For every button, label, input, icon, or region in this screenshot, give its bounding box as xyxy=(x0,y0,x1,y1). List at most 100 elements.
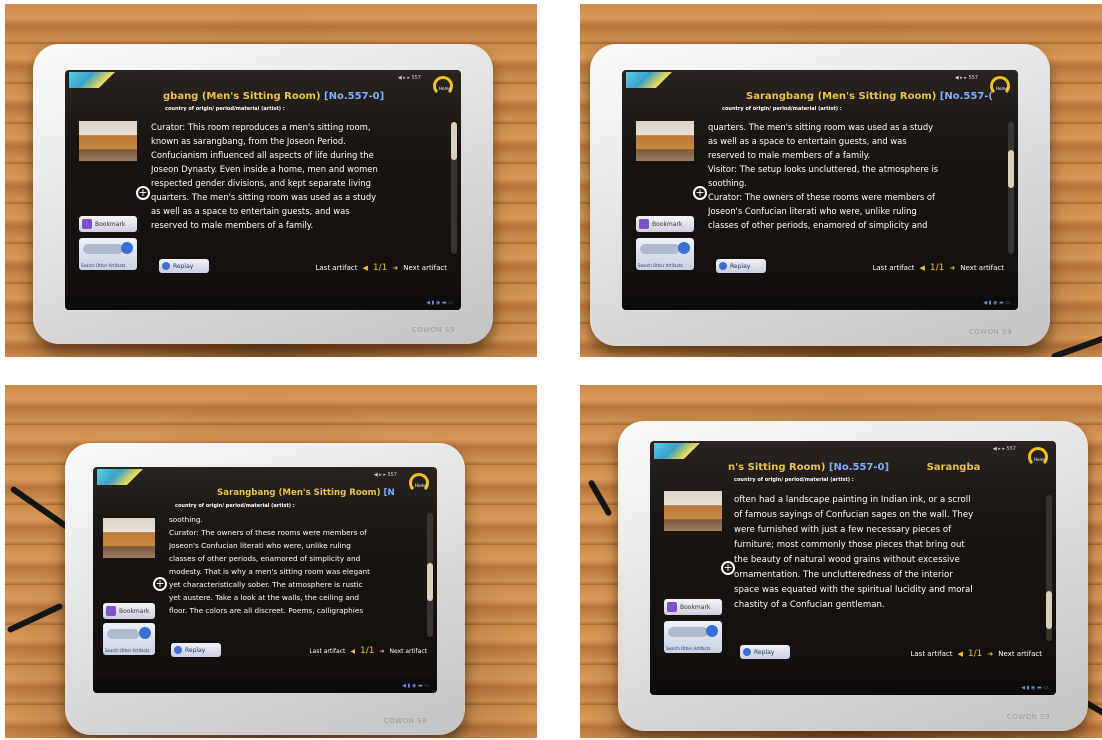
zoom-in-icon[interactable]: + xyxy=(136,186,150,200)
search-other-label: Search Other Artifacts xyxy=(105,648,150,653)
text-scrollbar[interactable] xyxy=(1046,495,1052,641)
bookmark-icon xyxy=(106,606,116,616)
replay-button[interactable]: Replay xyxy=(740,645,790,659)
text-scrollbar[interactable] xyxy=(451,122,457,254)
home-icon[interactable]: Home xyxy=(1028,447,1048,467)
search-other-label: Search Other Artifacts xyxy=(81,263,126,268)
scrollbar-thumb[interactable] xyxy=(1046,591,1052,629)
home-icon[interactable]: Home xyxy=(990,76,1010,96)
search-other-label: Search Other Artifacts xyxy=(666,646,711,651)
description-line: respected gender divisions, and kept sep… xyxy=(151,178,371,188)
description-line: ornamentation. The unclutteredness of th… xyxy=(734,570,953,580)
device-screen: ◀ ▸ ▸ 557 Home Sarangbang (Men's Sitting… xyxy=(93,467,437,693)
last-artifact-link[interactable]: Last artifact xyxy=(309,648,345,655)
search-other-artifacts-button[interactable]: Search Other Artifacts xyxy=(103,623,155,655)
artifact-title: Sarangbang (Men's Sitting Room) [No.557-… xyxy=(746,91,993,102)
home-label: Home xyxy=(1034,457,1046,462)
description-line: floor. The colors are all discreet. Poem… xyxy=(169,606,364,615)
replay-button[interactable]: Replay xyxy=(716,259,766,273)
photo-2: ◀ ▸ ▸ 557 Home Sarangbang (Men's Sitting… xyxy=(580,4,1102,357)
cable xyxy=(9,485,71,531)
search-other-artifacts-button[interactable]: Search Other Artifacts xyxy=(636,238,694,270)
description-line: as well as a space to entertain guests, … xyxy=(151,206,350,216)
artifact-title-text: Sarangbang (Men's Sitting Room) xyxy=(217,488,381,498)
page-indicator: 1/1 xyxy=(967,649,983,659)
artifact-number: [No.557-( xyxy=(939,91,993,102)
next-artifact-link[interactable]: Next artifact xyxy=(998,650,1042,658)
search-other-artifacts-button[interactable]: Search Other Artifacts xyxy=(79,238,137,270)
cable xyxy=(6,602,64,634)
next-arrow-icon: ➜ xyxy=(987,650,994,658)
replay-button[interactable]: Replay xyxy=(159,259,209,273)
description-line: classes of other periods, enamored of si… xyxy=(169,554,361,563)
device-frame: ◀ ▸ ▸ 557 Home n's Sitting Room) [No.557… xyxy=(618,421,1088,731)
replay-button[interactable]: Replay xyxy=(171,643,221,657)
search-other-artifacts-button[interactable]: Search Other Artifacts xyxy=(664,621,722,653)
bookmark-button[interactable]: Bookmark xyxy=(79,216,137,232)
artifact-thumbnail[interactable] xyxy=(103,518,155,558)
description-line: Joseon's Confucian literati who were, un… xyxy=(169,541,351,550)
description-line: soothing. xyxy=(169,515,203,524)
status-tray: ◀ ▮ ◉ ▬ ▭ xyxy=(983,300,1010,306)
description-line: space was equated with the spiritual luc… xyxy=(734,585,973,595)
description-line: Joseon Dynasty. Even inside a home, men … xyxy=(151,164,378,174)
artifact-title: Sarangbang (Men's Sitting Room) [N xyxy=(217,488,395,498)
description-text: soothing. Curator: The owners of these r… xyxy=(169,513,423,639)
text-scrollbar[interactable] xyxy=(427,513,433,637)
last-artifact-link[interactable]: Last artifact xyxy=(315,264,357,272)
scrollbar-thumb[interactable] xyxy=(1008,150,1014,188)
bookmark-button[interactable]: Bookmark xyxy=(103,603,155,619)
description-line: were furnished with just a few necessary… xyxy=(734,525,952,535)
home-icon[interactable]: Home xyxy=(433,76,453,96)
status-tray: ◀ ▮ ◉ ▬ ▭ xyxy=(426,300,453,306)
description-line: Curator: The owners of these rooms were … xyxy=(708,192,935,202)
home-icon[interactable]: Home xyxy=(409,473,429,493)
description-text: often had a landscape painting in Indian… xyxy=(734,493,1034,641)
last-artifact-link[interactable]: Last artifact xyxy=(872,264,914,272)
device-brand: COWON S9 xyxy=(383,717,427,725)
zoom-in-icon[interactable]: + xyxy=(153,577,167,591)
bookmark-button[interactable]: Bookmark xyxy=(636,216,694,232)
description-line: furniture; most commonly those pieces th… xyxy=(734,540,965,550)
scrollbar-thumb[interactable] xyxy=(451,122,457,160)
description-line: classes of other periods, enamored of si… xyxy=(708,220,928,230)
description-line: Curator: The owners of these rooms were … xyxy=(169,528,367,537)
artifact-navigation: Last artifact ◀ 1/1 ➜ Next artifact xyxy=(315,263,447,273)
artifact-navigation: Last artifact ◀ 1/1 ➜ Next artifact xyxy=(309,646,427,656)
text-scrollbar[interactable] xyxy=(1008,122,1014,254)
next-artifact-link[interactable]: Next artifact xyxy=(403,264,447,272)
search-icon xyxy=(678,242,690,254)
bookmark-label: Bookmark xyxy=(652,220,683,228)
zoom-in-icon[interactable]: + xyxy=(721,561,735,575)
bookmark-label: Bookmark xyxy=(119,607,150,615)
description-line: quarters. The men's sitting room was use… xyxy=(708,122,934,132)
description-line: modesty. That is why a men's sitting roo… xyxy=(169,567,371,576)
page-indicator: 1/1 xyxy=(372,263,388,273)
search-icon xyxy=(706,625,718,637)
description-line: yet characteristically sober. The atmosp… xyxy=(169,580,363,589)
device-frame: ◀ ▸ ▸ 557 Home gbang (Men's Sitting Room… xyxy=(33,44,493,344)
breadcrumb: ◀ ▸ ▸ 557 xyxy=(954,75,978,81)
description-line: Confucianism influenced all aspects of l… xyxy=(151,150,374,160)
replay-icon xyxy=(174,646,182,654)
artifact-title-text: Sarangbang (Men's Sitting Room) xyxy=(746,91,937,102)
cable xyxy=(1050,333,1102,357)
replay-label: Replay xyxy=(730,262,751,270)
artifact-thumbnail[interactable] xyxy=(79,121,137,161)
scrollbar-thumb[interactable] xyxy=(427,563,433,601)
replay-icon xyxy=(719,262,727,270)
artifact-thumbnail[interactable] xyxy=(664,491,722,531)
bookmark-button[interactable]: Bookmark xyxy=(664,599,722,615)
next-arrow-icon: ➜ xyxy=(949,264,956,272)
breadcrumb: ◀ ▸ ▸ 557 xyxy=(373,472,397,478)
museum-logo xyxy=(626,72,672,88)
device-frame: ◀ ▸ ▸ 557 Home Sarangbang (Men's Sitting… xyxy=(590,44,1050,346)
artifact-thumbnail[interactable] xyxy=(636,121,694,161)
next-artifact-link[interactable]: Next artifact xyxy=(390,648,428,655)
zoom-in-icon[interactable]: + xyxy=(693,186,707,200)
next-artifact-link[interactable]: Next artifact xyxy=(960,264,1004,272)
artifact-number: [N xyxy=(383,488,395,498)
last-artifact-link[interactable]: Last artifact xyxy=(910,650,952,658)
device-screen: ◀ ▸ ▸ 557 Home Sarangbang (Men's Sitting… xyxy=(622,70,1018,310)
photo-4: ◀ ▸ ▸ 557 Home n's Sitting Room) [No.557… xyxy=(580,385,1102,738)
